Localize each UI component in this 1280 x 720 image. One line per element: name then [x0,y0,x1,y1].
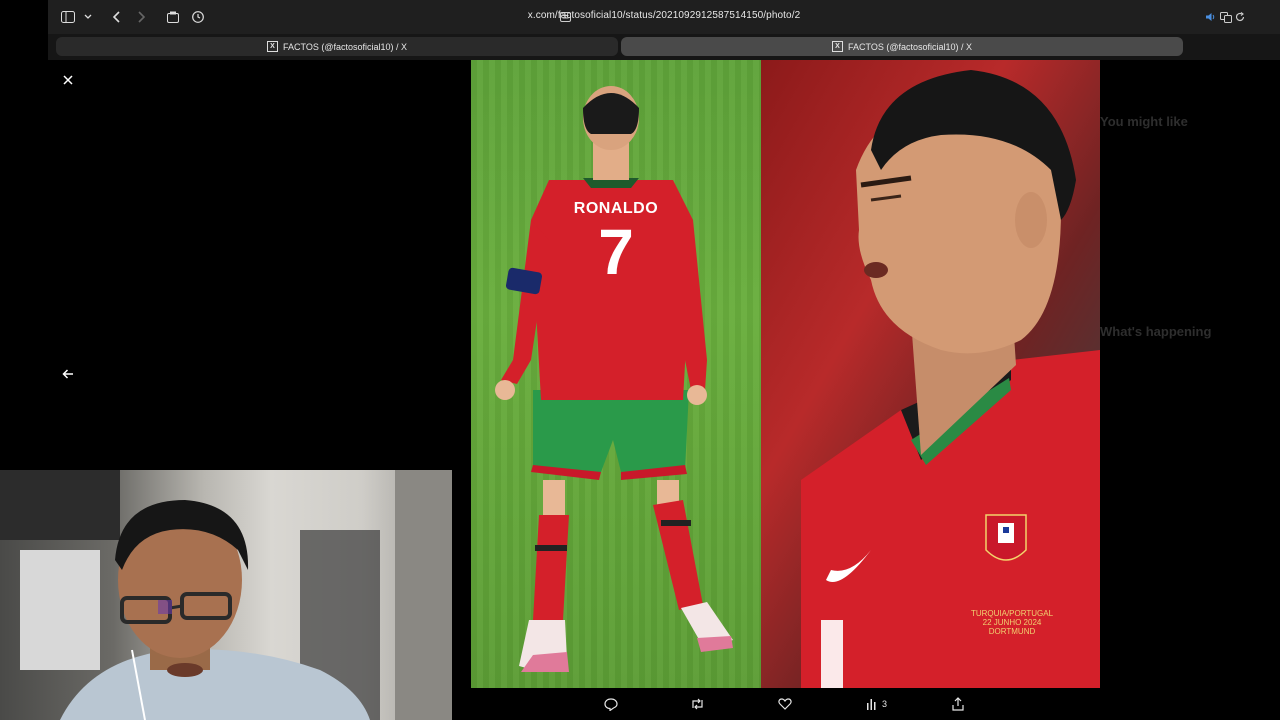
dimmed-sidebar: You might like What's happening [1100,60,1280,688]
photo-back-view[interactable]: RONALDO 7 [471,60,761,688]
presenter-webcam-illustration [0,470,452,720]
views-icon [867,699,876,710]
close-icon[interactable] [58,70,78,90]
sidebar-heading-whats-happening: What's happening [1100,324,1212,339]
sidebar-heading-you-might-like: You might like [1100,114,1188,129]
photo-face-closeup[interactable]: TURQUIA/PORTUGAL 22 JUNHO 2024 DORTMUND [761,60,1100,688]
tab-bar: X FACTOS (@factosoficial10) / X X FACTOS… [48,34,1280,60]
share-icon[interactable] [952,695,964,713]
webcam-overlay [0,470,452,720]
like-icon[interactable] [778,695,792,713]
views-button[interactable]: 3 [866,695,887,713]
arrow-left-icon[interactable] [58,364,78,384]
badge-line-1: TURQUIA/PORTUGAL [970,609,1054,618]
badge-line-2: 22 JUNHO 2024 [982,618,1042,627]
address-bar[interactable]: x.com/factosoficial10/status/20210929125… [48,10,1280,21]
player-back-illustration [495,86,733,672]
reply-icon[interactable] [604,695,618,713]
repost-icon[interactable] [690,695,705,713]
x-favicon-icon: X [831,41,843,52]
reload-icon[interactable] [1230,7,1250,27]
player-face-illustration [801,70,1100,688]
tab-title: FACTOS (@factosoficial10) / X [282,41,407,52]
tab-factos-2-active[interactable]: X FACTOS (@factosoficial10) / X [621,37,1183,56]
x-favicon-icon: X [266,41,278,52]
browser-toolbar: x.com/factosoficial10/status/20210929125… [48,0,1280,34]
tab-title: FACTOS (@factosoficial10) / X [847,41,972,52]
tab-factos-1[interactable]: X FACTOS (@factosoficial10) / X [56,37,618,56]
views-count: 3 [882,699,888,709]
match-badge-text: TURQUIA/PORTUGAL 22 JUNHO 2024 DORTMUND [957,609,1067,636]
badge-line-3: DORTMUND [988,627,1036,636]
post-actions-bar: 3 [471,690,1100,720]
jersey-number: 7 [598,216,634,288]
